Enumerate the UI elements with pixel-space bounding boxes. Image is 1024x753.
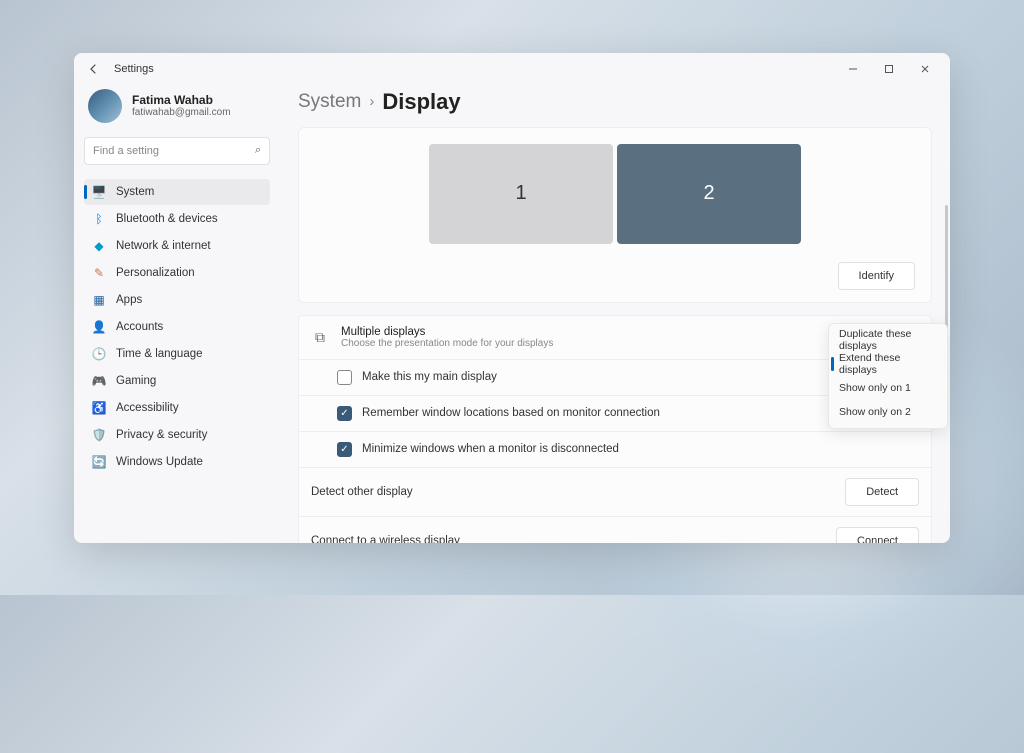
nav-label: Gaming xyxy=(116,375,156,387)
detect-display-row: Detect other display Detect xyxy=(298,468,932,517)
nav-label: Time & language xyxy=(116,348,203,360)
window-title: Settings xyxy=(114,63,154,75)
close-button[interactable] xyxy=(908,55,942,83)
identify-button[interactable]: Identify xyxy=(838,262,915,290)
nav-label: Accounts xyxy=(116,321,163,333)
nav-icon: 🎮 xyxy=(92,374,106,388)
user-block[interactable]: Fatima Wahab fatiwahab@gmail.com xyxy=(84,85,270,137)
search-box[interactable]: ⌕ xyxy=(84,137,270,165)
nav-icon: ◆ xyxy=(92,239,106,253)
monitor-2[interactable]: 2 xyxy=(617,144,801,244)
row-label: Detect other display xyxy=(311,486,413,498)
dropdown-item-duplicate[interactable]: Duplicate these displays xyxy=(829,328,947,352)
checkbox-label: Remember window locations based on monit… xyxy=(362,407,660,419)
page-title: Display xyxy=(382,89,460,115)
nav-icon: ᛒ xyxy=(92,212,106,226)
checkbox-label: Make this my main display xyxy=(362,371,497,383)
display-arrangement-panel: 1 2 Identify xyxy=(298,127,932,303)
nav-label: Personalization xyxy=(116,267,195,279)
nav-icon: 🖥️ xyxy=(92,185,106,199)
chevron-right-icon: › xyxy=(369,93,374,110)
user-email: fatiwahab@gmail.com xyxy=(132,107,231,118)
main-content: System › Display 1 2 Identify Duplicate … xyxy=(276,85,950,543)
displays-icon: ⧉ xyxy=(311,329,329,346)
nav-label: Network & internet xyxy=(116,240,211,252)
connect-button[interactable]: Connect xyxy=(836,527,919,543)
sidebar-item-time-language[interactable]: 🕒 Time & language xyxy=(84,341,270,367)
nav-icon: ✎ xyxy=(92,266,106,280)
nav-label: Windows Update xyxy=(116,456,203,468)
nav-label: Apps xyxy=(116,294,142,306)
dropdown-item-show-1[interactable]: Show only on 1 xyxy=(829,376,947,400)
settings-window: Settings Fatima Wahab fatiwahab@gmail.co… xyxy=(74,53,950,543)
sidebar-item-personalization[interactable]: ✎ Personalization xyxy=(84,260,270,286)
setting-title: Multiple displays xyxy=(341,326,553,338)
dropdown-item-extend[interactable]: Extend these displays xyxy=(829,352,947,376)
sidebar-item-windows-update[interactable]: 🔄 Windows Update xyxy=(84,449,270,475)
maximize-button[interactable] xyxy=(872,55,906,83)
breadcrumb: System › Display xyxy=(298,85,932,127)
nav-icon: 🛡️ xyxy=(92,428,106,442)
display-mode-dropdown: Duplicate these displays Extend these di… xyxy=(828,323,948,429)
detect-button[interactable]: Detect xyxy=(845,478,919,506)
dropdown-item-show-2[interactable]: Show only on 2 xyxy=(829,400,947,424)
search-icon: ⌕ xyxy=(255,144,261,157)
nav-icon: 🔄 xyxy=(92,455,106,469)
sidebar-item-gaming[interactable]: 🎮 Gaming xyxy=(84,368,270,394)
main-display-checkbox[interactable] xyxy=(337,370,352,385)
nav-icon: 🕒 xyxy=(92,347,106,361)
nav-icon: ♿ xyxy=(92,401,106,415)
nav-label: System xyxy=(116,186,154,198)
checkbox-label: Minimize windows when a monitor is disco… xyxy=(362,443,619,455)
minimize-windows-checkbox[interactable]: ✓ xyxy=(337,442,352,457)
sidebar-item-bluetooth-devices[interactable]: ᛒ Bluetooth & devices xyxy=(84,206,270,232)
wireless-display-row: Connect to a wireless display Connect xyxy=(298,517,932,543)
avatar xyxy=(88,89,122,123)
titlebar: Settings xyxy=(74,53,950,85)
sidebar: Fatima Wahab fatiwahab@gmail.com ⌕ 🖥️ Sys… xyxy=(74,85,276,543)
sidebar-item-accounts[interactable]: 👤 Accounts xyxy=(84,314,270,340)
nav-label: Privacy & security xyxy=(116,429,207,441)
setting-subtitle: Choose the presentation mode for your di… xyxy=(341,338,553,349)
nav-icon: 👤 xyxy=(92,320,106,334)
sidebar-item-apps[interactable]: ▦ Apps xyxy=(84,287,270,313)
minimize-button[interactable] xyxy=(836,55,870,83)
nav-icon: ▦ xyxy=(92,293,106,307)
nav-label: Accessibility xyxy=(116,402,179,414)
nav-label: Bluetooth & devices xyxy=(116,213,218,225)
breadcrumb-parent[interactable]: System xyxy=(298,91,361,113)
minimize-windows-row: ✓ Minimize windows when a monitor is dis… xyxy=(298,432,932,468)
back-button[interactable] xyxy=(82,57,106,81)
sidebar-item-system[interactable]: 🖥️ System xyxy=(84,179,270,205)
remember-locations-checkbox[interactable]: ✓ xyxy=(337,406,352,421)
sidebar-item-network-internet[interactable]: ◆ Network & internet xyxy=(84,233,270,259)
monitor-1[interactable]: 1 xyxy=(429,144,613,244)
search-input[interactable] xyxy=(93,145,255,157)
sidebar-item-privacy-security[interactable]: 🛡️ Privacy & security xyxy=(84,422,270,448)
user-name: Fatima Wahab xyxy=(132,93,231,107)
row-label: Connect to a wireless display xyxy=(311,535,460,543)
sidebar-item-accessibility[interactable]: ♿ Accessibility xyxy=(84,395,270,421)
